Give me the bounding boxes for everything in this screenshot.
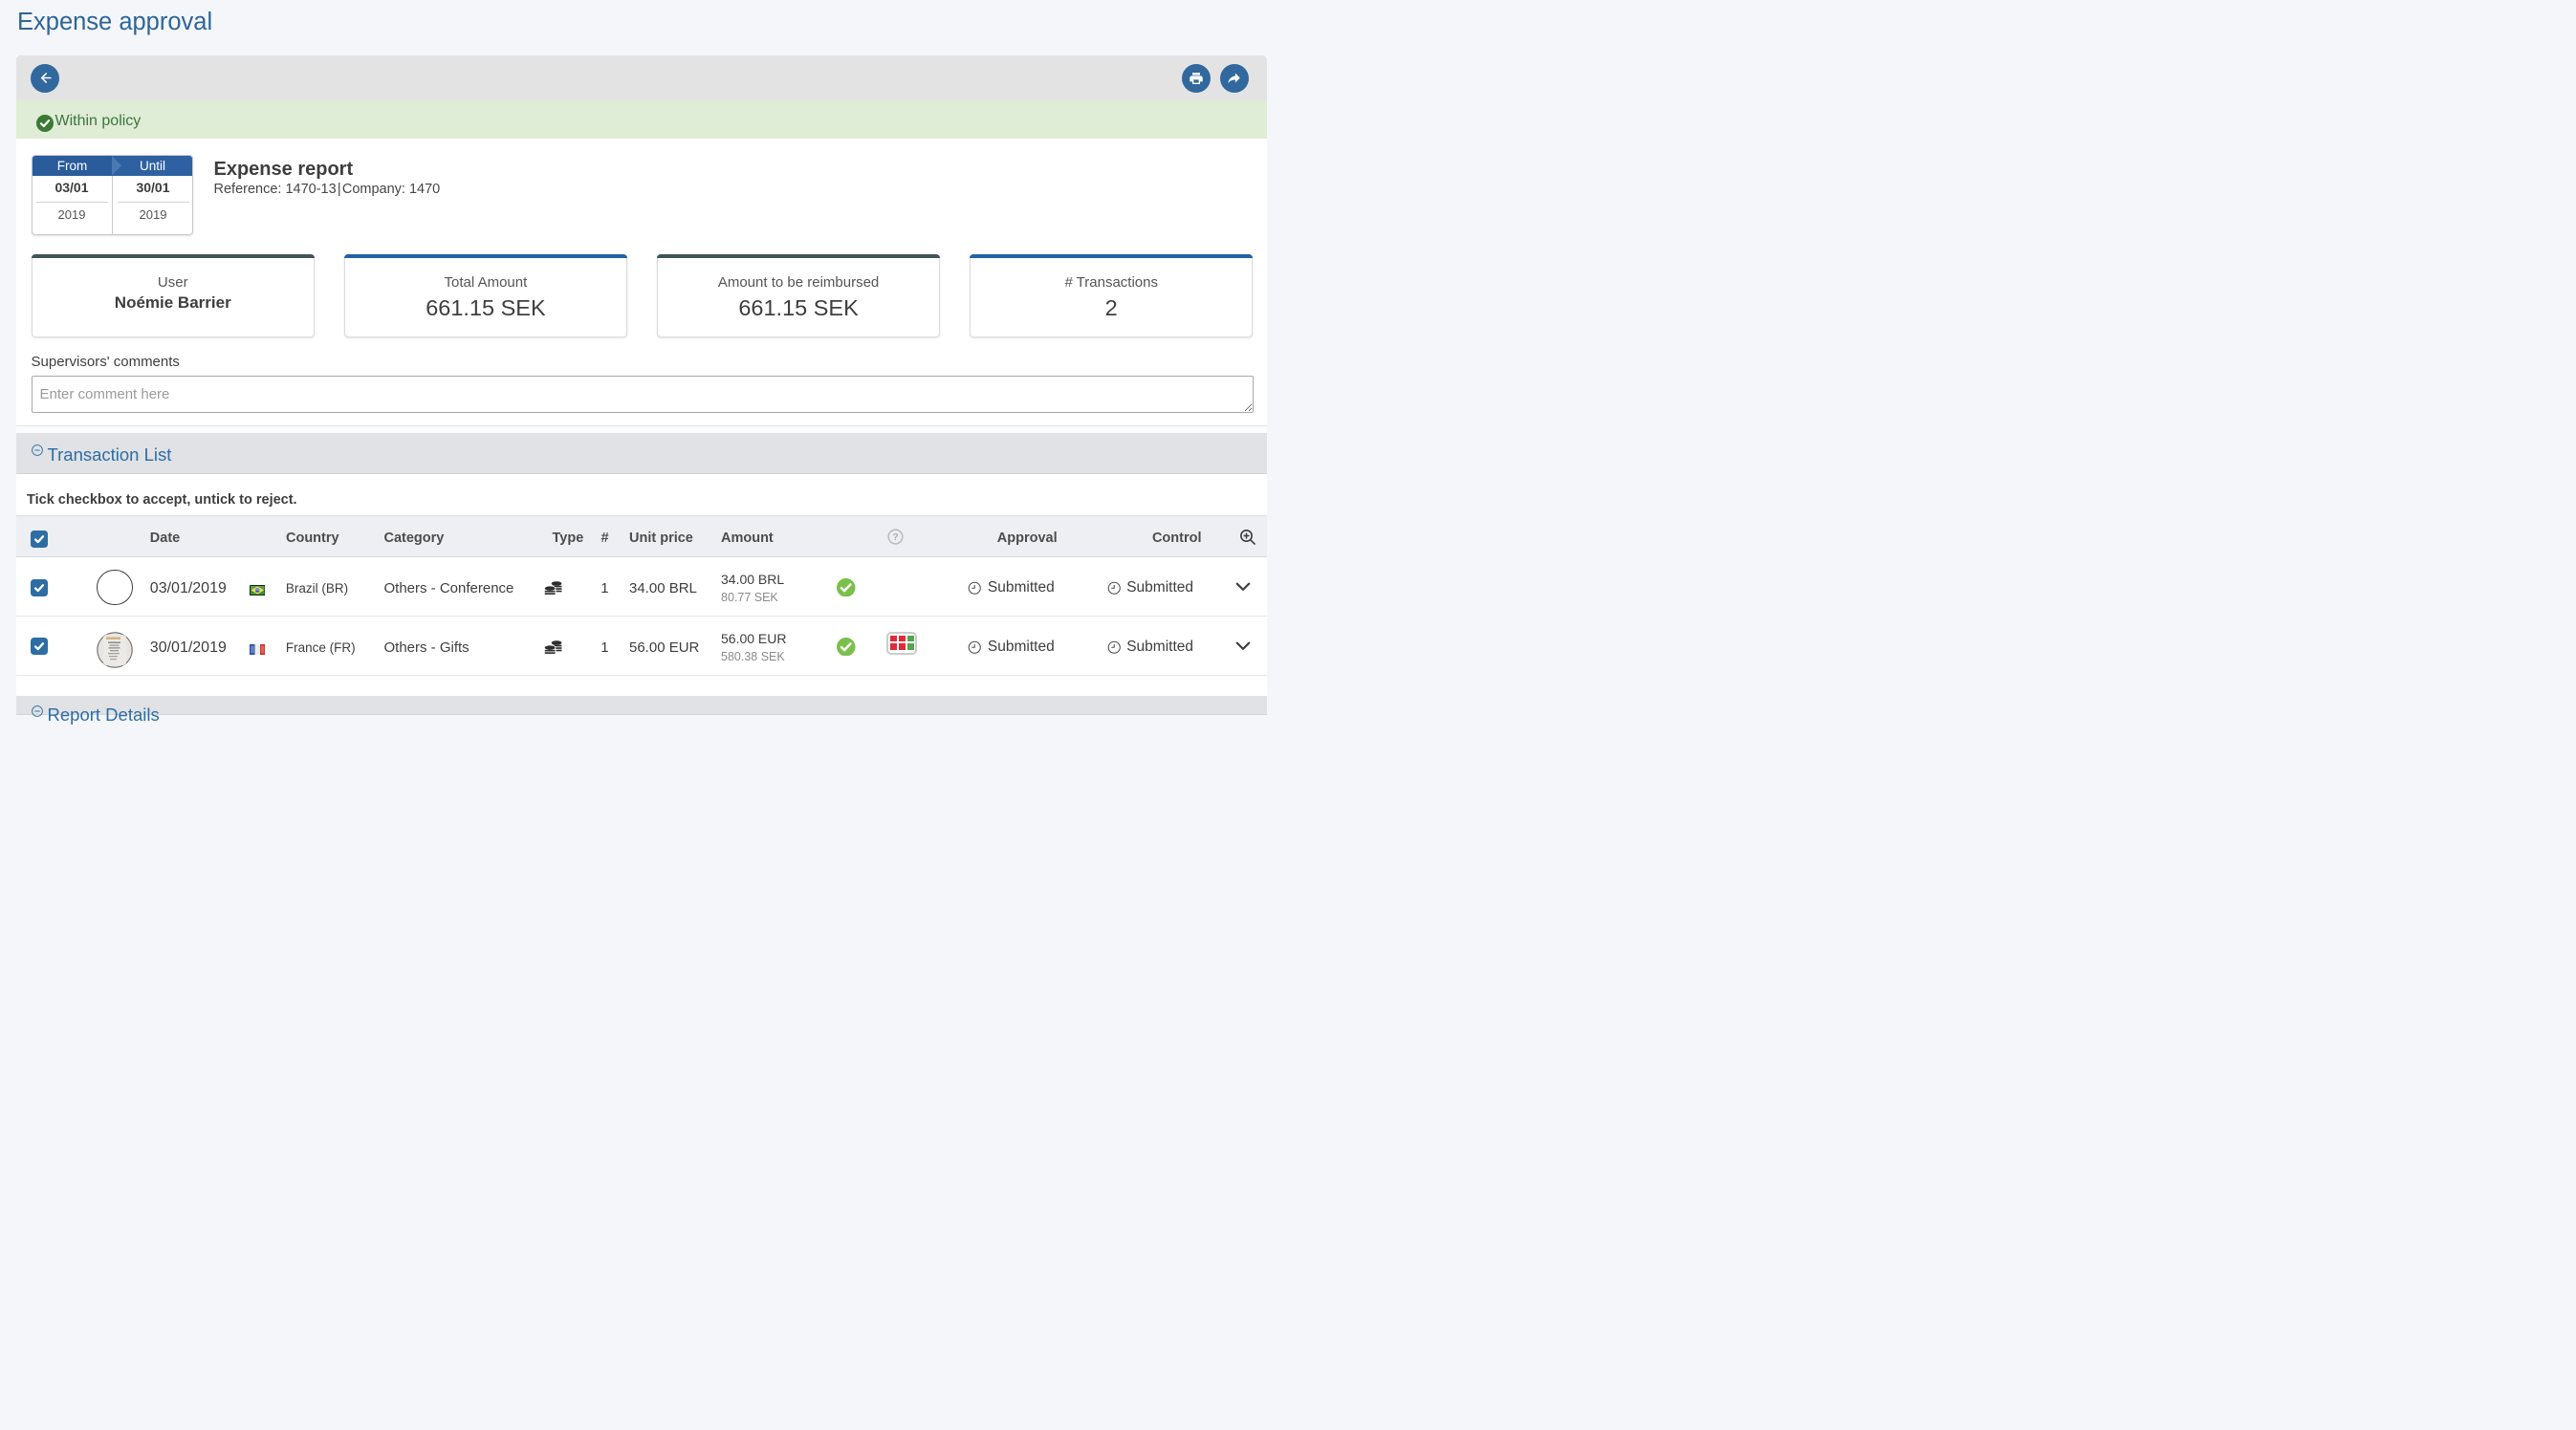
- svg-text:?: ?: [893, 532, 899, 543]
